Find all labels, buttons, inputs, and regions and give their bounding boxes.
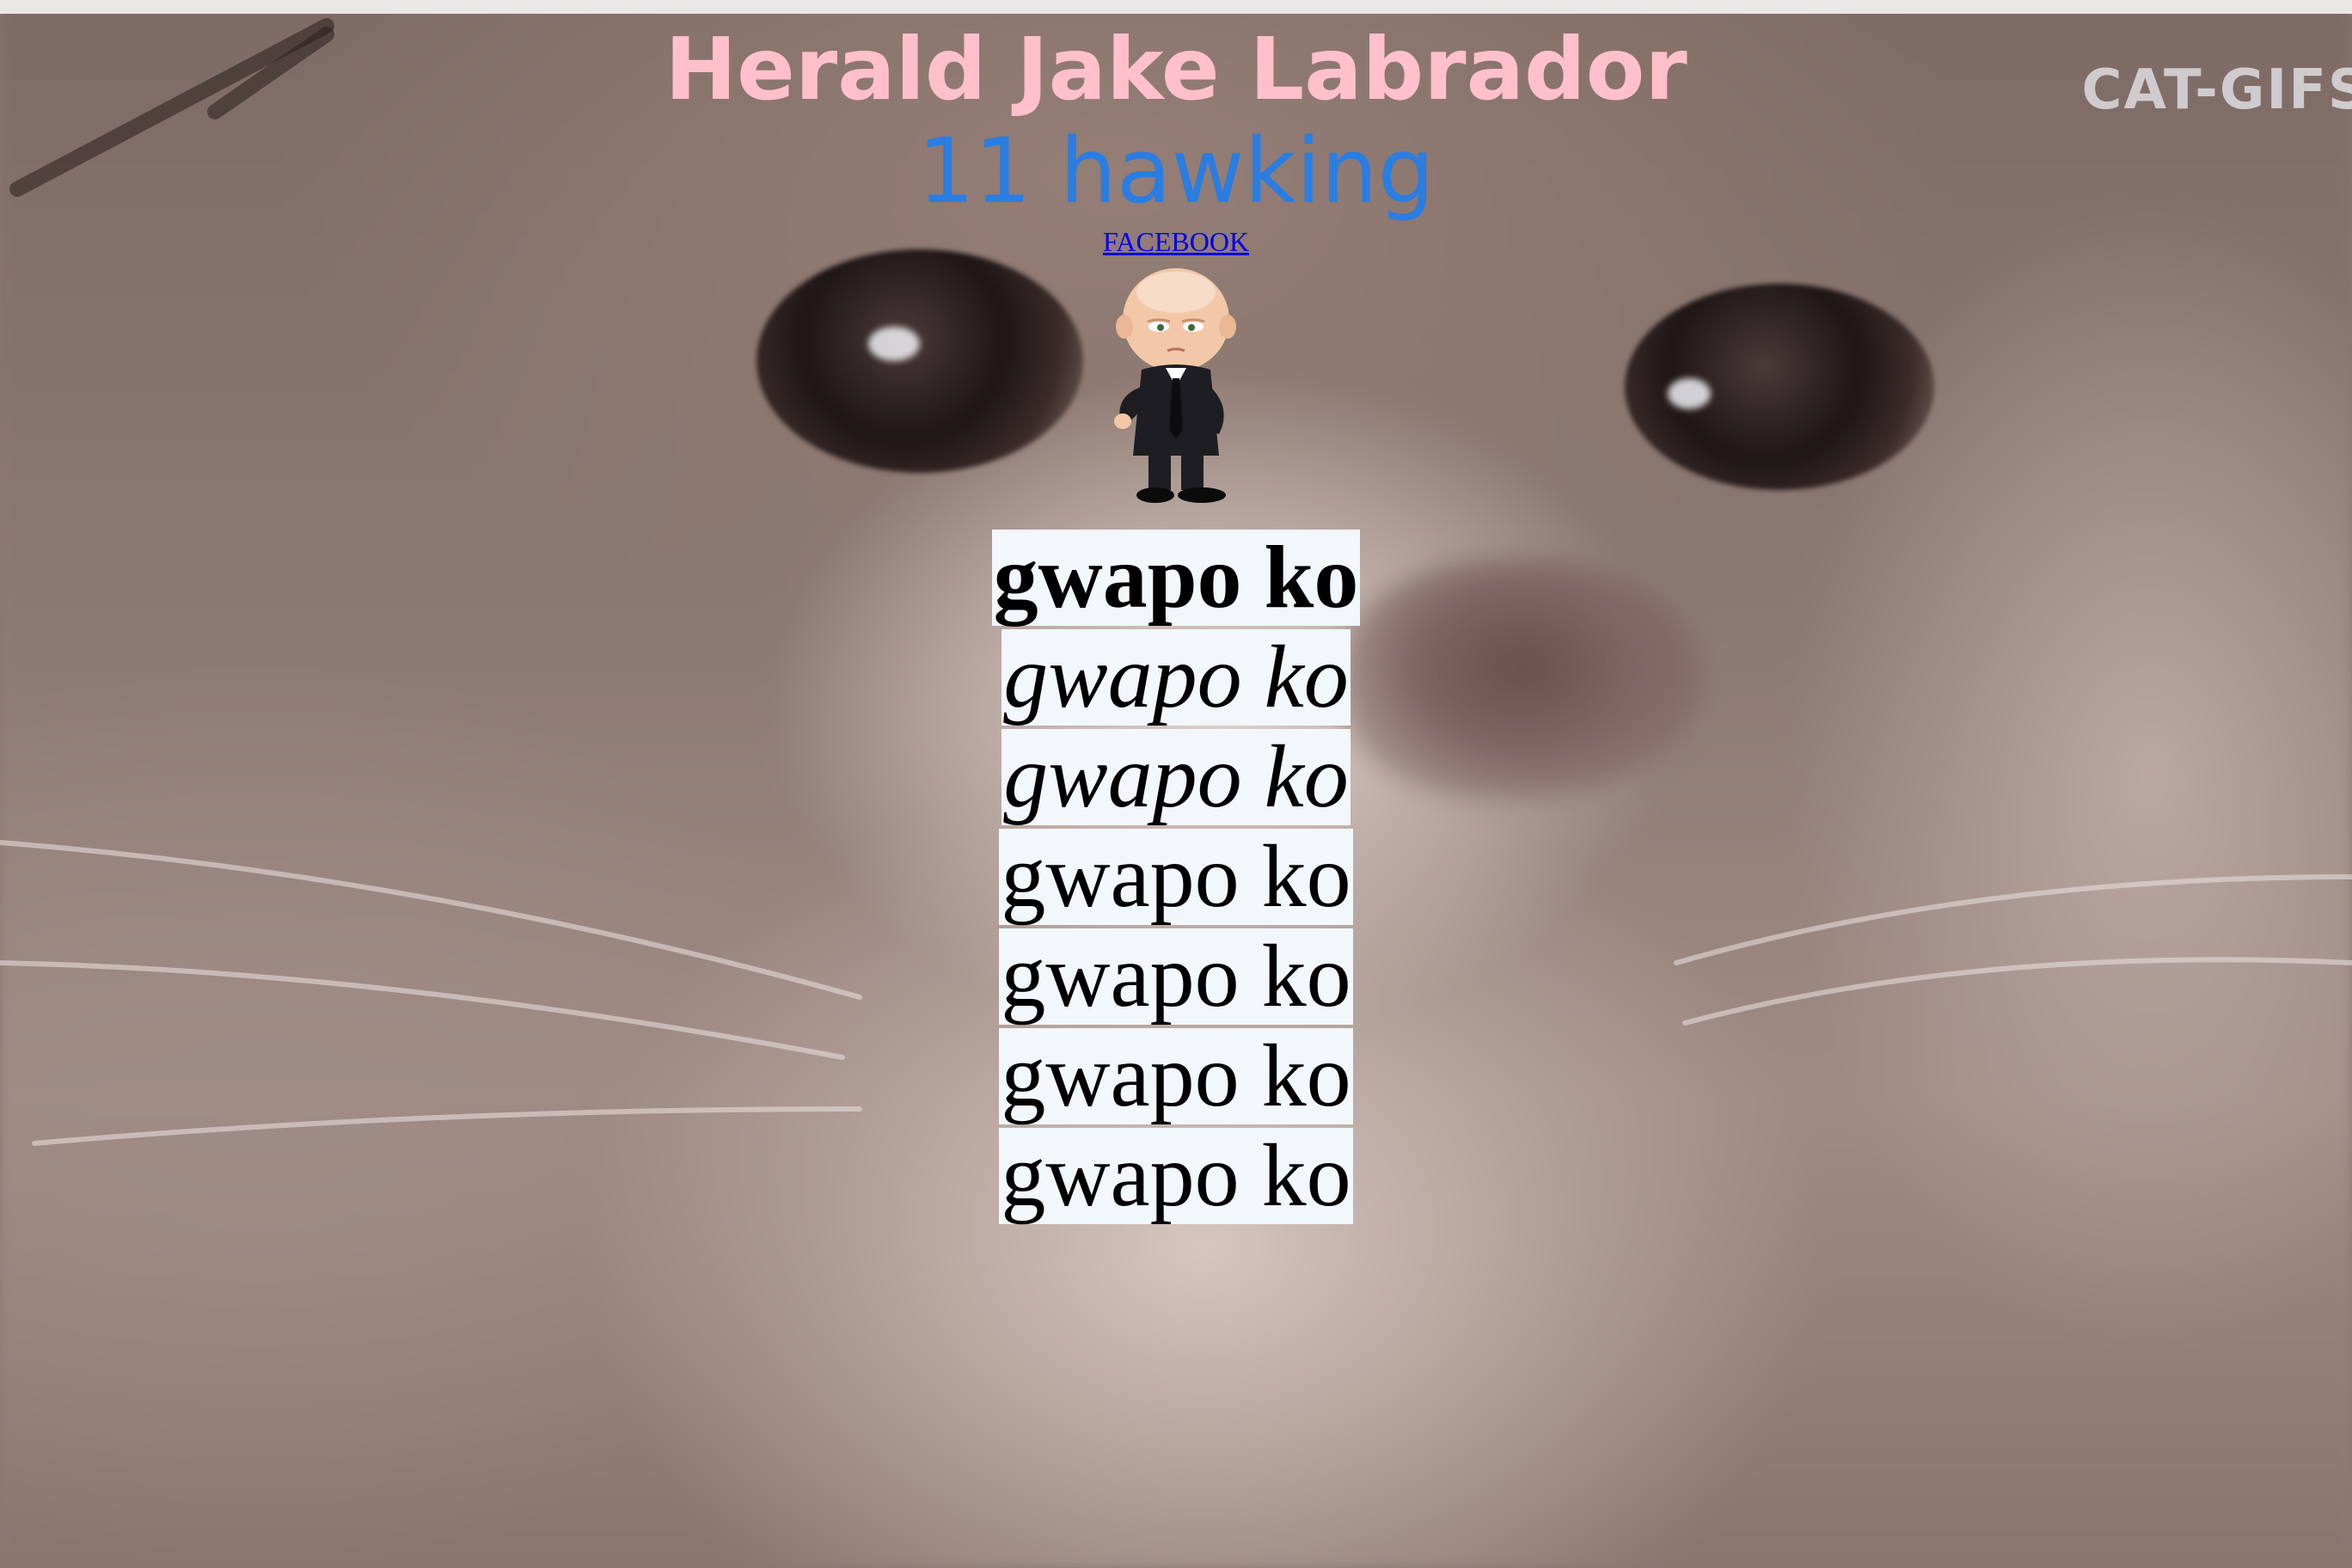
facebook-link[interactable]: FACEBOOK: [1103, 225, 1249, 258]
boss-baby-image: [1081, 258, 1271, 507]
word-list: gwapo ko gwapo ko gwapo ko gwapo ko gwap…: [0, 530, 2352, 1228]
word-item: gwapo ko: [999, 1026, 1353, 1125]
word-item-italic: gwapo ko: [1001, 727, 1351, 826]
boss-baby-icon: [1114, 268, 1236, 503]
page-content: Herald Jake Labrador 11 hawking FACEBOOK: [0, 0, 2352, 1228]
word-item-bold: gwapo ko: [991, 528, 1361, 627]
word-item: gwapo ko: [999, 1126, 1353, 1225]
word-item: gwapo ko: [999, 927, 1353, 1026]
page-title: Herald Jake Labrador: [665, 19, 1687, 119]
word-item: gwapo ko: [999, 827, 1353, 926]
word-item-italic: gwapo ko: [1001, 628, 1351, 726]
page-subtitle: 11 hawking: [917, 119, 1435, 224]
